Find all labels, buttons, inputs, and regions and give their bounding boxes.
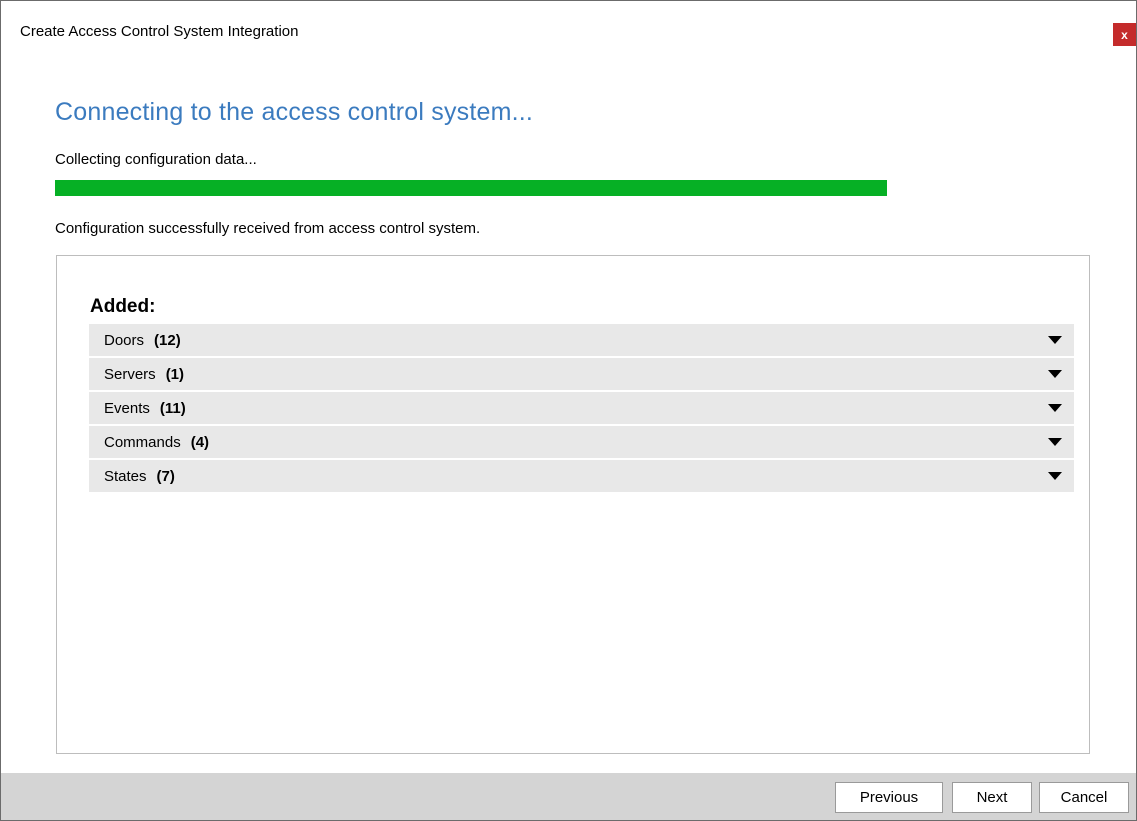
item-count: (1) [165, 365, 185, 383]
item-label: Commands [104, 433, 181, 451]
chevron-down-icon[interactable] [1048, 472, 1062, 480]
chevron-down-icon[interactable] [1048, 438, 1062, 446]
item-label: Events [104, 399, 150, 417]
item-label: Servers [104, 365, 156, 383]
item-count: (11) [159, 399, 186, 417]
progress-fill [55, 180, 887, 196]
close-button[interactable]: x [1113, 23, 1136, 46]
chevron-down-icon[interactable] [1048, 370, 1062, 378]
list-item-doors[interactable]: Doors (12) [89, 324, 1074, 356]
item-count: (12) [154, 331, 181, 349]
item-count: (4) [190, 433, 210, 451]
dialog-window: Create Access Control System Integration… [0, 0, 1137, 821]
added-heading: Added: [90, 296, 156, 317]
item-label: States [104, 467, 147, 485]
success-message: Configuration successfully received from… [55, 220, 481, 237]
list-item-commands[interactable]: Commands (4) [89, 426, 1074, 458]
added-list: Doors (12) Servers (1) Events (11) Comma… [89, 324, 1074, 494]
footer-bar: Previous Next Cancel [1, 773, 1136, 820]
list-item-events[interactable]: Events (11) [89, 392, 1074, 424]
cancel-button[interactable]: Cancel [1039, 782, 1129, 813]
window-title: Create Access Control System Integration [20, 23, 299, 40]
list-item-states[interactable]: States (7) [89, 460, 1074, 492]
item-count: (7) [156, 467, 175, 485]
item-label: Doors [104, 331, 145, 349]
chevron-down-icon[interactable] [1048, 336, 1062, 344]
title-bar: Create Access Control System Integration… [1, 1, 1136, 63]
next-button[interactable]: Next [952, 782, 1032, 813]
close-icon: x [1121, 27, 1128, 42]
results-panel: Added: Doors (12) Servers (1) Events (11… [56, 255, 1090, 754]
progress-bar [55, 180, 887, 196]
list-item-servers[interactable]: Servers (1) [89, 358, 1074, 390]
previous-button[interactable]: Previous [835, 782, 943, 813]
chevron-down-icon[interactable] [1048, 404, 1062, 412]
status-text: Collecting configuration data... [55, 151, 257, 168]
page-heading: Connecting to the access control system.… [55, 98, 534, 126]
